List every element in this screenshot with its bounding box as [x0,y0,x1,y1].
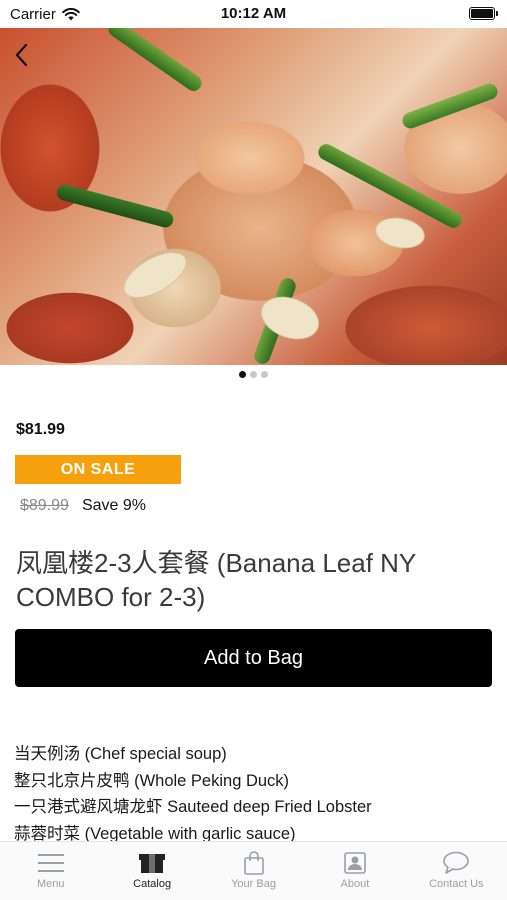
contact-card-icon [340,851,370,875]
tab-contact-us[interactable]: Contact Us [406,842,507,900]
product-description: 当天例汤 (Chef special soup) 整只北京片皮鸭 (Whole … [14,741,494,847]
tab-about[interactable]: About [304,842,405,900]
tab-your-bag[interactable]: Your Bag [203,842,304,900]
tab-label: Your Bag [231,878,276,890]
page-dot[interactable] [261,371,268,378]
battery-icon [469,7,498,20]
hamburger-menu-icon [36,851,66,875]
food-detail [54,182,176,230]
product-price: $81.99 [16,421,65,438]
status-bar: Carrier 10:12 AM [0,0,507,28]
description-line: 整只北京片皮鸭 (Whole Peking Duck) [14,771,290,790]
carousel-page-indicator[interactable] [0,371,507,378]
tab-menu[interactable]: Menu [0,842,101,900]
tab-label: Contact Us [429,878,484,890]
tab-label: About [340,878,370,890]
tab-label: Catalog [133,878,172,890]
page-dot[interactable] [239,371,246,378]
food-detail [372,213,428,253]
tab-label: Menu [36,878,65,890]
product-title: 凤凰楼2-3人套餐 (Banana Leaf NY COMBO for 2-3) [16,548,416,612]
description-line: 当天例汤 (Chef special soup) [14,745,227,763]
description-line: 一只港式避风塘龙虾 Sauteed deep Fried Lobster [14,798,372,816]
product-image[interactable] [0,28,507,365]
savings-text: Save 9% [81,497,146,514]
chevron-left-icon [15,43,28,67]
page-dot[interactable] [250,371,257,378]
compare-at-price: $89.99 [20,497,69,514]
chat-bubble-icon [441,851,471,875]
status-time: 10:12 AM [220,5,287,22]
tab-catalog[interactable]: Catalog [101,842,202,900]
food-detail [400,81,500,131]
price-comparison: $89.99 Save 9% [20,497,146,515]
tab-bar: Menu Catalog Your Bag About Contact Us [0,841,507,900]
add-to-bag-button[interactable]: Add to Bag [15,629,492,687]
sale-badge: ON SALE [15,455,181,484]
shopping-bag-icon [239,851,269,875]
back-button[interactable] [8,40,34,70]
food-detail [105,28,205,95]
food-detail [116,242,194,308]
catalog-box-icon [137,851,167,875]
